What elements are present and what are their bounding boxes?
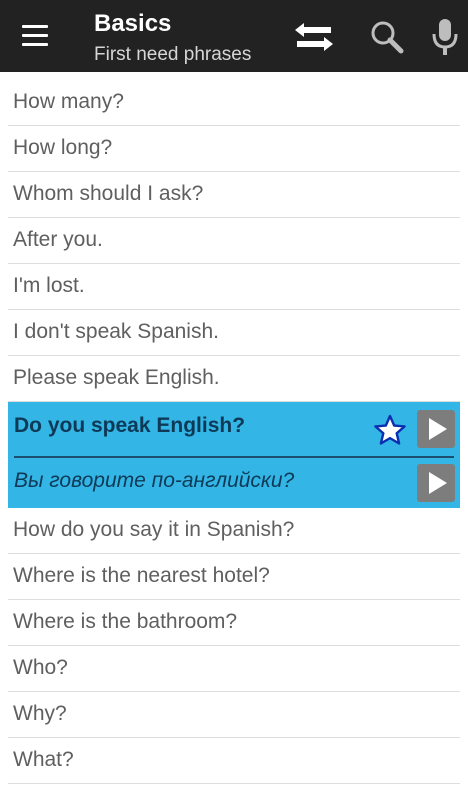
phrase-text: Whom should I ask? bbox=[13, 182, 204, 205]
play-translation-button[interactable] bbox=[417, 464, 455, 502]
phrase-row[interactable]: Where is the bathroom? bbox=[8, 600, 460, 646]
play-icon bbox=[429, 418, 447, 440]
phrase-text: After you. bbox=[13, 228, 103, 251]
phrase-row[interactable]: How many? bbox=[8, 80, 460, 126]
phrase-row[interactable]: After you. bbox=[8, 218, 460, 264]
phrase-row[interactable]: How long? bbox=[8, 126, 460, 172]
phrase-text: What? bbox=[13, 748, 74, 771]
phrase-text: Who? bbox=[13, 656, 68, 679]
phrase-row[interactable]: Please speak English. bbox=[8, 356, 460, 402]
star-icon[interactable] bbox=[374, 414, 406, 446]
translation-text: Вы говорите по-английски? bbox=[14, 469, 295, 492]
page-title: Basics bbox=[94, 10, 172, 37]
phrase-text: How long? bbox=[13, 136, 113, 159]
mic-icon[interactable] bbox=[430, 18, 460, 56]
menu-icon[interactable] bbox=[22, 25, 48, 47]
phrase-text: I'm lost. bbox=[13, 274, 85, 297]
phrase-text: Where is the nearest hotel? bbox=[13, 564, 270, 587]
phrase-row[interactable]: I'm lost. bbox=[8, 264, 460, 310]
phrase-text: Please speak English. bbox=[13, 366, 220, 389]
play-phrase-button[interactable] bbox=[417, 410, 455, 448]
phrase-text: Where is the bathroom? bbox=[13, 610, 238, 633]
phrase-row[interactable]: How do you say it in Spanish? bbox=[8, 508, 460, 554]
phrase-text: How do you say it in Spanish? bbox=[13, 518, 295, 541]
phrase-row[interactable]: Why? bbox=[8, 692, 460, 738]
swap-icon[interactable] bbox=[295, 20, 333, 54]
phrase-row[interactable]: Who? bbox=[8, 646, 460, 692]
phrase-text: How many? bbox=[13, 90, 124, 113]
selected-phrase[interactable]: Do you speak English? Вы говорите по-анг… bbox=[8, 402, 460, 508]
phrase-row[interactable]: What? bbox=[8, 738, 460, 784]
phrase-row[interactable]: I don't speak Spanish. bbox=[8, 310, 460, 356]
search-icon[interactable] bbox=[370, 20, 404, 54]
app-bar: Basics First need phrases bbox=[0, 0, 468, 72]
phrase-list: How many? How long? Whom should I ask? A… bbox=[0, 80, 468, 784]
selected-phrase-text: Do you speak English? bbox=[14, 414, 246, 437]
page-subtitle: First need phrases bbox=[94, 44, 252, 65]
play-icon bbox=[429, 472, 447, 494]
phrase-row[interactable]: Whom should I ask? bbox=[8, 172, 460, 218]
divider bbox=[14, 456, 454, 458]
phrase-text: Why? bbox=[13, 702, 67, 725]
phrase-text: I don't speak Spanish. bbox=[13, 320, 219, 343]
phrase-row[interactable]: Where is the nearest hotel? bbox=[8, 554, 460, 600]
